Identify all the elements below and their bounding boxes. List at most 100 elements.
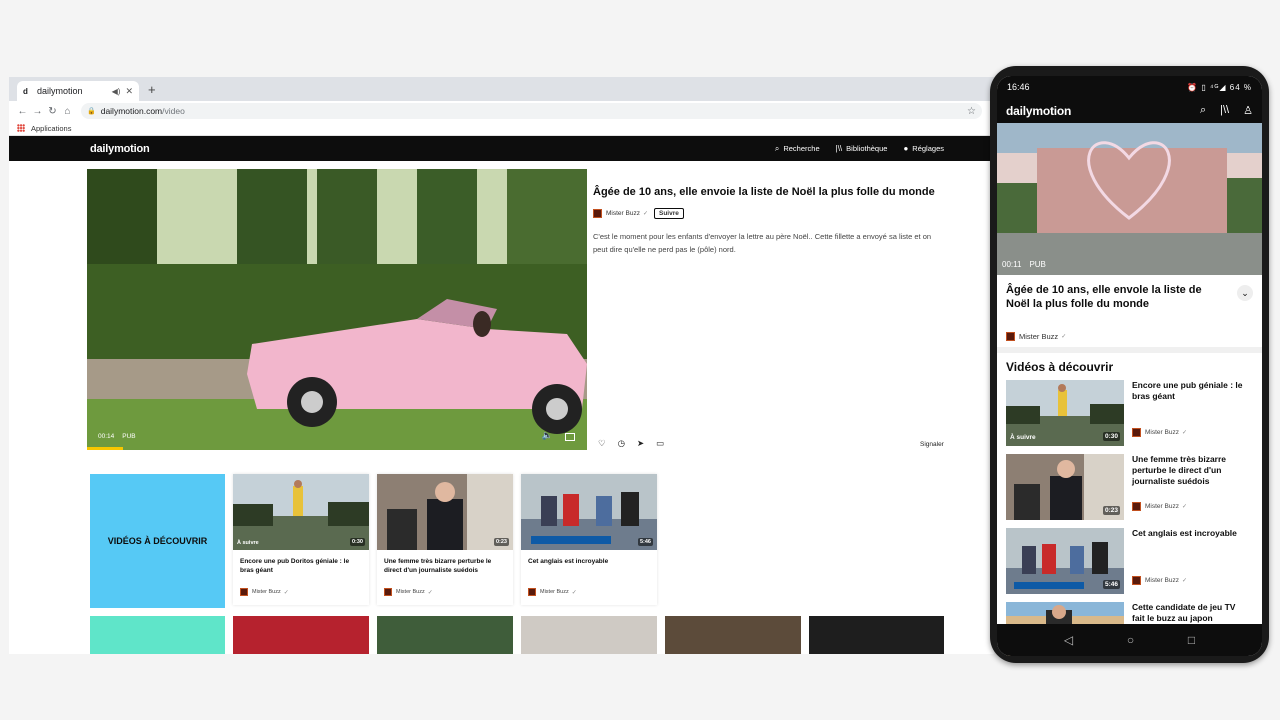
second-row-card[interactable]	[809, 616, 944, 654]
search-icon[interactable]: ⌕	[1200, 104, 1206, 117]
verified-icon: ✓	[642, 211, 648, 217]
url-input[interactable]: 🔒 dailymotion.com/video ☆	[81, 103, 982, 119]
tab-title: dailymotion	[37, 86, 83, 96]
favicon-icon: d	[23, 86, 28, 96]
speaker-icon[interactable]: ◀)	[112, 87, 121, 96]
back-icon[interactable]: ←	[15, 106, 30, 117]
home-icon[interactable]: ○	[1127, 633, 1134, 647]
discover-tile[interactable]: VIDÉOS À DÉCOUVRIR	[90, 474, 225, 608]
video-player[interactable]: 00:14 PUB 🔈	[87, 169, 587, 450]
second-row-card[interactable]	[233, 616, 369, 654]
mobile-header-icons: ⌕ |\\ ♙	[1200, 104, 1253, 117]
card-channel-name: Mister Buzz	[396, 589, 425, 595]
library-icon[interactable]: |\\	[1220, 104, 1229, 117]
up-next-badge: À suivre	[237, 540, 259, 546]
mobile-thumbnail: À suivre 0:30	[1006, 380, 1124, 446]
second-row-card[interactable]	[665, 616, 801, 654]
mobile-header: dailymotion ⌕ |\\ ♙	[997, 98, 1262, 123]
phone-frame: 16:46 ⏰ ▯ ⁴ᴳ◢ 64 % dailymotion ⌕ |\\ ♙ 0…	[990, 66, 1269, 663]
apps-grid-icon[interactable]	[17, 124, 25, 132]
mobile-thumbnail: 5:46	[1006, 528, 1124, 594]
video-card[interactable]: 0:23 Une femme très bizarre perturbe le …	[377, 474, 513, 605]
video-title: Âgée de 10 ans, elle envoie la liste de …	[593, 186, 935, 198]
tab-strip: d dailymotion ◀) ✕ +	[9, 77, 994, 101]
follow-button[interactable]: Suivre	[653, 208, 684, 219]
add-to-playlist-icon[interactable]: ▭	[656, 438, 664, 449]
user-icon[interactable]: ♙	[1243, 104, 1253, 117]
second-row-card[interactable]	[377, 616, 513, 654]
video-card[interactable]: À suivre 0:30 Encore une pub Doritos gén…	[233, 474, 369, 605]
like-icon[interactable]: ♡	[598, 438, 606, 449]
recents-icon[interactable]: □	[1188, 633, 1195, 647]
volume-icon[interactable]: 🔈	[542, 430, 553, 441]
chevron-down-icon[interactable]: ⌄	[1237, 285, 1253, 301]
mobile-item-title: Cet anglais est incroyable	[1132, 528, 1237, 538]
nav-library[interactable]: |\\ Bibliothèque	[836, 144, 888, 154]
status-bar: 16:46 ⏰ ▯ ⁴ᴳ◢ 64 %	[997, 76, 1262, 98]
home-icon[interactable]: ⌂	[60, 106, 75, 117]
video-description: C'est le moment pour les enfants d'envoy…	[593, 232, 932, 254]
reload-icon[interactable]: ↻	[45, 106, 60, 117]
mobile-item-title: Cette candidate de jeu TV fait le buzz a…	[1132, 602, 1236, 623]
nav-settings[interactable]: ● Réglages	[903, 144, 944, 154]
mobile-item-text: Une femme très bizarre perturbe le direc…	[1124, 454, 1253, 528]
bookmark-apps[interactable]: Applications	[31, 124, 71, 133]
card-channel-name: Mister Buzz	[252, 589, 281, 595]
back-icon[interactable]: ◁	[1064, 633, 1073, 647]
card-title: Une femme très bizarre perturbe le direc…	[384, 558, 492, 574]
card-channel-name: Mister Buzz	[540, 589, 569, 595]
duration-badge: 5:46	[637, 538, 653, 546]
second-row-tile[interactable]	[90, 616, 225, 654]
site-header: dailymotion ⌕ Recherche |\\ Bibliothèque ●…	[9, 136, 994, 161]
library-icon: |\\	[835, 144, 843, 153]
video-card[interactable]: 5:46 Cet anglais est incroyable Mister B…	[521, 474, 657, 605]
video-frame-image	[87, 169, 587, 450]
mobile-item-title: Encore une pub géniale : le bras géant	[1132, 380, 1243, 401]
progress-bar[interactable]	[87, 447, 123, 450]
card-channel: Mister Buzz ✓	[233, 588, 369, 596]
channel-row: Mister Buzz ✓ Suivre	[593, 208, 953, 219]
url-host: dailymotion.com	[100, 106, 163, 116]
thumbnail-image	[233, 474, 369, 550]
second-row-card[interactable]	[521, 616, 657, 654]
mobile-logo[interactable]: dailymotion	[1006, 104, 1071, 118]
mobile-video-info: Âgée de 10 ans, elle envole la liste de …	[997, 275, 1262, 329]
mobile-list-item[interactable]: 5:46 Cet anglais est incroyable Mister B…	[1006, 528, 1253, 602]
duration-badge: 5:46	[1102, 580, 1120, 589]
new-tab-button[interactable]: +	[148, 82, 156, 97]
mobile-item-text: Encore une pub géniale : le bras géant M…	[1124, 380, 1253, 454]
mobile-list-item[interactable]: 0:23 Une femme très bizarre perturbe le …	[1006, 454, 1253, 528]
thumbnail-image	[521, 474, 657, 550]
address-bar-row: ← → ↻ ⌂ 🔒 dailymotion.com/video ☆	[9, 101, 994, 121]
share-icon[interactable]: ➤	[637, 438, 644, 449]
fullscreen-icon[interactable]	[565, 433, 575, 441]
nav-settings-label: Réglages	[912, 144, 944, 153]
verified-icon: ✓	[1181, 504, 1187, 510]
close-tab-icon[interactable]: ✕	[125, 86, 133, 97]
mobile-channel-name[interactable]: Mister Buzz	[1019, 332, 1058, 341]
mobile-item-channel-name: Mister Buzz	[1145, 577, 1179, 584]
browser-tab[interactable]: d dailymotion ◀) ✕	[17, 81, 139, 101]
site-logo[interactable]: dailymotion	[90, 143, 150, 155]
report-link[interactable]: Signaler	[920, 441, 944, 448]
desktop-browser-window: d dailymotion ◀) ✕ + ← → ↻ ⌂ 🔒 dailymoti…	[9, 77, 994, 654]
video-thumbnail: 5:46	[521, 474, 657, 550]
watch-later-icon[interactable]: ◷	[618, 438, 625, 449]
nav-search[interactable]: ⌕ Recherche	[775, 144, 820, 154]
channel-avatar	[1132, 502, 1141, 511]
channel-name[interactable]: Mister Buzz	[606, 210, 640, 217]
channel-avatar	[1132, 428, 1141, 437]
video-actions: ♡ ◷ ➤ ▭	[598, 438, 664, 449]
verified-icon: ✓	[1181, 430, 1187, 436]
bookmark-star-icon[interactable]: ☆	[967, 106, 976, 117]
channel-avatar[interactable]	[1006, 331, 1015, 341]
mobile-list-item[interactable]: À suivre 0:30 Encore une pub géniale : l…	[1006, 380, 1253, 454]
verified-icon: ✓	[571, 589, 577, 596]
forward-icon[interactable]: →	[30, 106, 45, 117]
mobile-item-channel-name: Mister Buzz	[1145, 429, 1179, 436]
mobile-video-player[interactable]: 00:11 PUB	[997, 123, 1262, 275]
mobile-item-channel: Mister Buzz ✓	[1132, 576, 1187, 585]
mobile-item-text: Cet anglais est incroyable Mister Buzz ✓	[1124, 528, 1253, 602]
channel-avatar[interactable]	[593, 209, 602, 218]
mobile-channel-row: Mister Buzz ✓	[997, 329, 1262, 343]
